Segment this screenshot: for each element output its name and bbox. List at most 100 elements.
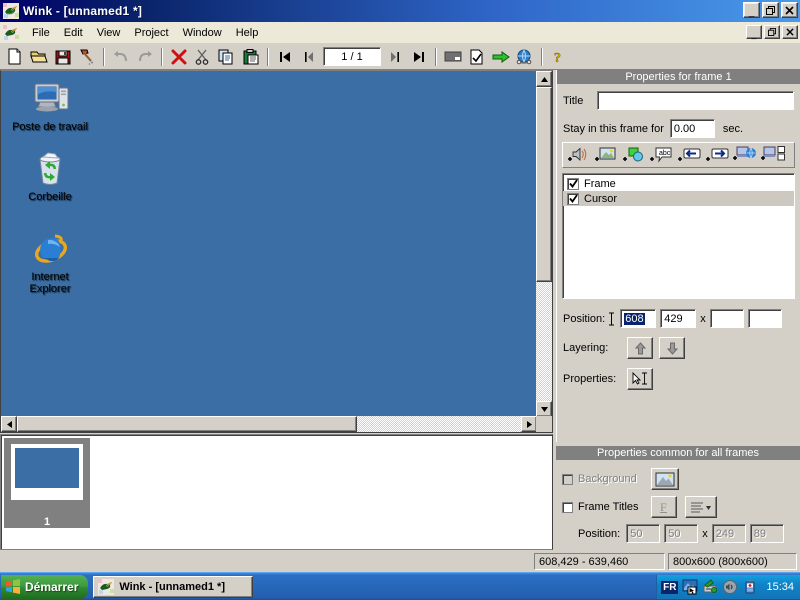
frame-properties-header: Properties for frame 1 (557, 70, 800, 84)
position-x-input[interactable]: 608 (620, 309, 657, 328)
background-checkbox[interactable] (562, 473, 573, 485)
position-width-input[interactable] (709, 309, 744, 328)
screen-capture-tray-icon[interactable] (682, 579, 698, 595)
vscroll-track[interactable] (536, 87, 552, 401)
browser-globe-icon[interactable] (513, 46, 536, 68)
safely-remove-tray-icon[interactable] (702, 579, 718, 595)
scroll-down-arrow-icon[interactable] (536, 401, 552, 417)
delete-x-icon[interactable] (167, 46, 190, 68)
toolbar-separator (103, 47, 105, 66)
language-indicator[interactable]: FR (661, 580, 679, 594)
add-goto-frame-icon[interactable] (759, 143, 787, 167)
menu-item-edit[interactable]: Edit (57, 25, 90, 41)
minimize-capture-icon[interactable] (441, 46, 464, 68)
add-image-icon[interactable] (591, 143, 619, 167)
open-folder-icon[interactable] (27, 46, 50, 68)
single-capture-icon[interactable] (465, 46, 488, 68)
scroll-up-arrow-icon[interactable] (536, 71, 552, 87)
mdi-close-button[interactable] (782, 25, 798, 39)
battery-tray-icon[interactable] (742, 579, 758, 595)
menu-item-window[interactable]: Window (176, 25, 229, 41)
status-dimensions-value: 800x600 (800x600) (673, 555, 768, 568)
title-input[interactable] (597, 91, 794, 110)
add-shape-icon[interactable] (619, 143, 647, 167)
new-icon[interactable] (3, 46, 26, 68)
last-frame-icon[interactable] (407, 46, 430, 68)
mdi-restore-button[interactable] (764, 25, 780, 39)
font-F-icon[interactable]: F (650, 496, 677, 518)
common-position-y-input[interactable]: 50 (664, 524, 699, 543)
frame-counter-field[interactable]: 1 / 1 (323, 47, 381, 66)
status-coordinates: 608,429 - 639,460 (534, 553, 665, 570)
align-lines-icon[interactable] (684, 496, 717, 518)
position-label: Position: (563, 312, 606, 325)
desktop-icon-label: Poste de travail (12, 121, 88, 133)
render-arrow-icon[interactable] (489, 46, 512, 68)
minimize-button[interactable]: _ (743, 2, 760, 18)
add-next-button-icon[interactable] (703, 143, 731, 167)
paste-clipboard-icon[interactable] (239, 46, 262, 68)
close-button[interactable] (781, 2, 798, 18)
scroll-right-arrow-icon[interactable] (521, 416, 537, 432)
add-prev-button-icon[interactable] (675, 143, 703, 167)
hscroll-thumb[interactable] (17, 416, 357, 432)
frame-editor-pane: Poste de travail Corbeille Internet Expl… (0, 70, 553, 433)
start-button[interactable]: Démarrer (1, 574, 89, 599)
stay-duration-unit: sec. (722, 122, 744, 135)
add-text-balloon-icon[interactable]: abc (647, 143, 675, 167)
scroll-left-arrow-icon[interactable] (1, 416, 17, 432)
maximize-button[interactable] (762, 2, 779, 18)
stay-duration-input[interactable]: 0.00 (669, 119, 715, 138)
common-position-width-input[interactable]: 249 (711, 524, 746, 543)
editor-vertical-scrollbar[interactable] (536, 71, 552, 417)
object-checkbox[interactable] (567, 192, 579, 205)
menu-item-view[interactable]: View (90, 25, 128, 41)
copy-pages-icon[interactable] (215, 46, 238, 68)
mdi-minimize-button[interactable]: _ (746, 25, 762, 39)
frame-objects-list[interactable]: Frame Cursor (562, 173, 795, 299)
position-height-input[interactable] (747, 309, 782, 328)
save-floppy-icon[interactable] (51, 46, 74, 68)
vscroll-thumb[interactable] (536, 87, 552, 282)
list-item[interactable]: Frame (563, 176, 794, 191)
cut-scissors-icon[interactable] (191, 46, 214, 68)
arrow-down-icon[interactable] (659, 337, 685, 359)
captured-desktop-canvas[interactable]: Poste de travail Corbeille Internet Expl… (1, 71, 537, 417)
internet-explorer-icon (32, 231, 68, 267)
list-item[interactable]: Cursor (563, 191, 794, 206)
frame-strip[interactable]: 1 (0, 434, 553, 550)
cursor-properties-icon[interactable] (627, 368, 653, 390)
object-tools-toolbar: abc (562, 142, 795, 168)
main-toolbar: 1 / 1 ? (0, 44, 800, 70)
volume-tray-icon[interactable] (722, 579, 738, 595)
add-sound-icon[interactable] (563, 143, 591, 167)
image-picture-icon[interactable] (650, 468, 679, 490)
taskbar-clock[interactable]: 15:34 (766, 581, 794, 593)
menu-item-file[interactable]: File (25, 25, 57, 41)
mdi-document-icon[interactable] (3, 24, 19, 41)
common-position-height-input[interactable]: 89 (749, 524, 784, 543)
menu-bar: File Edit View Project Window Help _ (0, 22, 800, 44)
prev-frame-icon[interactable] (297, 46, 320, 68)
menu-item-help[interactable]: Help (229, 25, 266, 41)
arrow-up-icon[interactable] (627, 337, 653, 359)
desktop-icon-recycle-bin[interactable]: Corbeille (7, 151, 93, 203)
object-checkbox[interactable] (567, 177, 579, 190)
desktop-icon-my-computer[interactable]: Poste de travail (7, 81, 93, 133)
common-position-x-input[interactable]: 50 (626, 524, 661, 543)
menu-item-project[interactable]: Project (127, 25, 175, 41)
frame-titles-checkbox[interactable] (562, 501, 573, 513)
frame-thumbnail-item[interactable]: 1 (4, 438, 90, 528)
position-y-input[interactable]: 429 (660, 309, 697, 328)
add-url-button-icon[interactable] (731, 143, 759, 167)
editor-horizontal-scrollbar[interactable] (1, 416, 537, 432)
next-frame-icon[interactable] (383, 46, 406, 68)
first-frame-icon[interactable] (273, 46, 296, 68)
common-properties-header: Properties common for all frames (556, 446, 800, 460)
hammer-build-icon[interactable] (75, 46, 98, 68)
hscroll-track[interactable] (17, 416, 521, 432)
help-question-icon[interactable]: ? (547, 46, 570, 68)
frame-thumbnail-image[interactable] (11, 444, 83, 500)
desktop-icon-internet-explorer[interactable]: Internet Explorer (7, 231, 93, 295)
taskbar-item-wink[interactable]: Wink - [unnamed1 *] (93, 575, 254, 598)
